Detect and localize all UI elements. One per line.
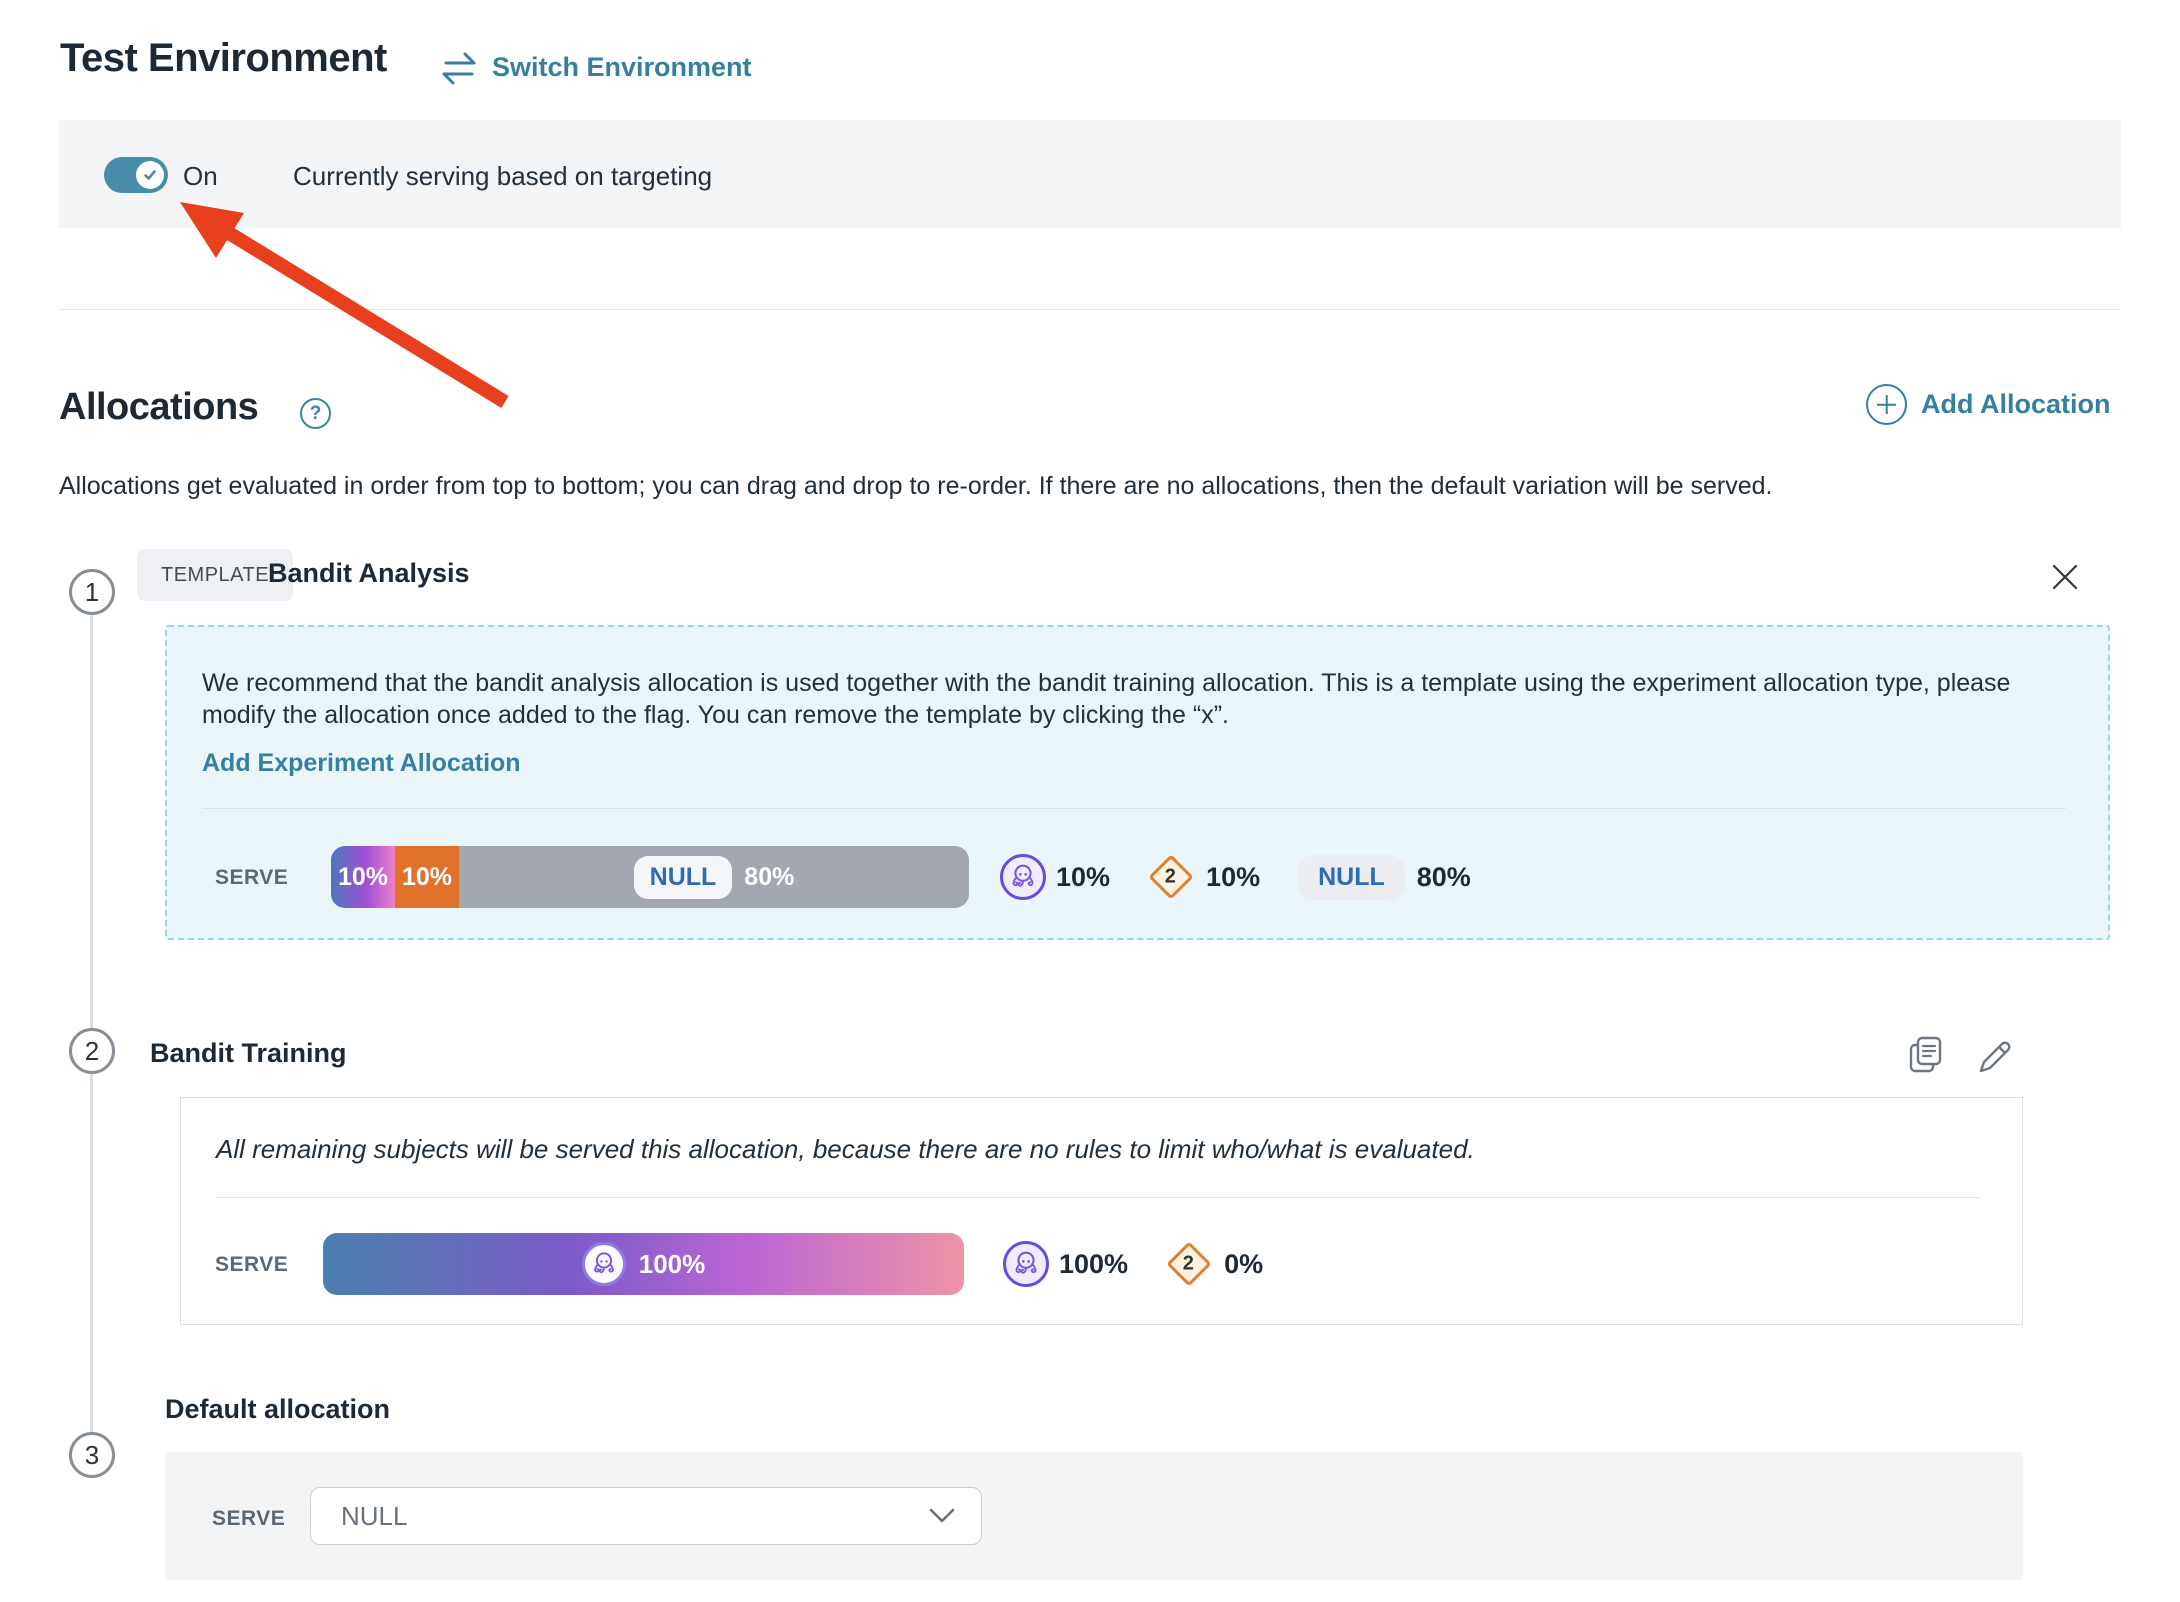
page-title: Test Environment xyxy=(60,36,387,81)
close-icon xyxy=(2046,558,2084,596)
variant-diamond-icon: 2 xyxy=(1166,1241,1212,1287)
duplicate-allocation-button[interactable] xyxy=(1905,1034,1947,1076)
add-allocation-label: Add Allocation xyxy=(1921,389,2111,420)
allocation-2-note: All remaining subjects will be served th… xyxy=(216,1134,1475,1165)
step-number-1: 1 xyxy=(69,569,115,615)
step-number-3: 3 xyxy=(69,1432,115,1478)
edit-pencil-icon xyxy=(1974,1036,2016,1078)
panel-divider xyxy=(202,808,2066,809)
serve-bar-percent: 100% xyxy=(639,1249,706,1280)
toggle-state-label: On xyxy=(183,161,218,192)
environment-toggle[interactable] xyxy=(104,157,168,193)
octopus-percent: 100% xyxy=(1059,1249,1128,1280)
allocation-3-title: Default allocation xyxy=(165,1394,390,1425)
add-experiment-allocation-link[interactable]: Add Experiment Allocation xyxy=(202,749,521,778)
bandit-octopus-icon xyxy=(582,1242,626,1286)
help-icon[interactable]: ? xyxy=(300,398,331,429)
template-note: We recommend that the bandit analysis al… xyxy=(202,667,2082,731)
default-variation-dropdown[interactable]: NULL xyxy=(310,1487,982,1545)
variant-diamond-icon: 2 xyxy=(1148,854,1194,900)
allocation-2-serve-bar: 100% xyxy=(323,1233,964,1295)
bandit-octopus-icon xyxy=(1000,854,1046,900)
allocation-2-title: Bandit Training xyxy=(150,1038,347,1069)
serve-segment-orange: 10% xyxy=(395,846,459,908)
diamond-percent: 0% xyxy=(1224,1249,1263,1280)
environment-status-bar: On Currently serving based on targeting xyxy=(59,120,2121,228)
allocation-1-title: Bandit Analysis xyxy=(268,558,470,589)
swap-arrows-icon xyxy=(438,48,480,86)
allocation-1-serve-bar: 10% 10% NULL 80% xyxy=(331,846,969,908)
null-badge: NULL xyxy=(634,856,733,899)
switch-environment-link[interactable]: Switch Environment xyxy=(438,48,752,86)
chevron-down-icon xyxy=(929,1508,955,1524)
diamond-percent: 10% xyxy=(1206,862,1260,893)
copy-icon xyxy=(1905,1034,1947,1076)
null-segment-percent: 80% xyxy=(744,863,794,892)
serve-label-1: SERVE xyxy=(215,866,288,890)
allocation-2-legend: 100% 2 0% xyxy=(1003,1233,1263,1295)
allocations-description: Allocations get evaluated in order from … xyxy=(59,472,1959,501)
dropdown-value: NULL xyxy=(341,1501,407,1532)
serve-segment-gradient: 10% xyxy=(331,846,395,908)
add-allocation-button[interactable]: Add Allocation xyxy=(1866,384,2111,425)
null-percent: 80% xyxy=(1417,862,1471,893)
step-rail xyxy=(90,592,93,1457)
toggle-knob xyxy=(136,161,164,189)
step-number-2: 2 xyxy=(69,1028,115,1074)
allocation-1-legend: 10% 2 10% NULL 80% xyxy=(1000,846,1471,908)
panel-divider xyxy=(216,1197,1980,1198)
check-icon xyxy=(141,166,159,184)
serve-segment-null: NULL 80% xyxy=(459,846,969,908)
bandit-octopus-icon xyxy=(1003,1241,1049,1287)
serve-label-2: SERVE xyxy=(215,1253,288,1277)
environment-status-text: Currently serving based on targeting xyxy=(293,161,712,192)
section-divider xyxy=(59,309,2121,310)
octopus-percent: 10% xyxy=(1056,862,1110,893)
allocations-title: Allocations xyxy=(59,386,258,429)
edit-allocation-button[interactable] xyxy=(1974,1036,2016,1078)
flag-environment-page: Test Environment Switch Environment On C… xyxy=(0,0,2180,1602)
switch-environment-label: Switch Environment xyxy=(492,52,752,83)
null-legend-pill: NULL xyxy=(1298,855,1405,900)
serve-label-3: SERVE xyxy=(212,1507,285,1531)
plus-icon xyxy=(1866,384,1907,425)
remove-template-button[interactable] xyxy=(2046,558,2084,596)
